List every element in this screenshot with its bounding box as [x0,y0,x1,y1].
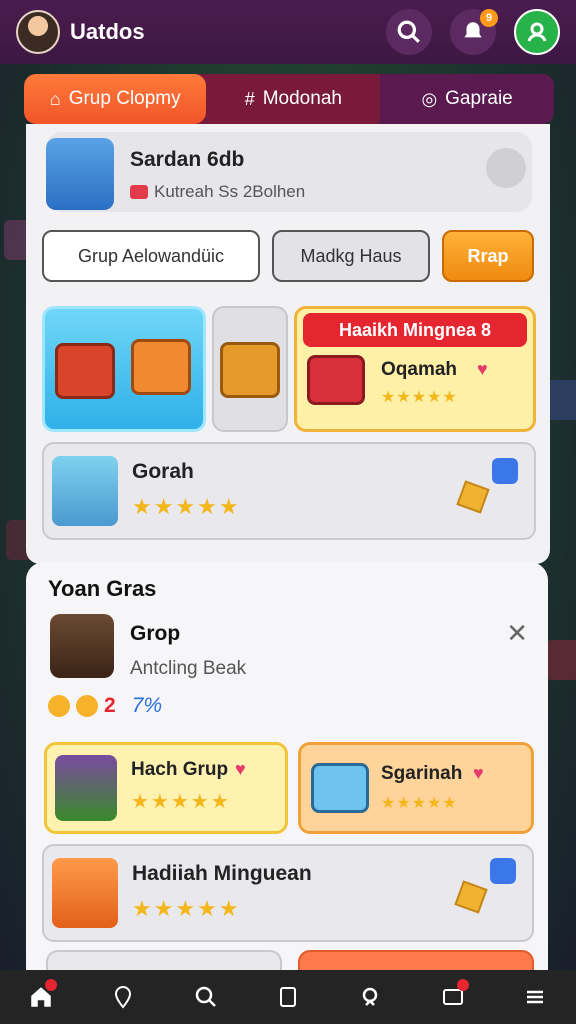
card-title: Gorah [132,460,194,483]
star-badge-icon [490,858,516,884]
nav-inbox[interactable] [431,977,475,1017]
emoji-icon [76,695,98,717]
notifications-button[interactable]: 9 [450,9,498,55]
rrap-button[interactable]: Rrap [442,230,534,282]
stat-percent: 7% [131,694,163,717]
main-panel: Sardan 6db Kutreah Ss 2Bolhen Grup Aelow… [26,124,550,564]
tab-label: Gapraie [445,88,513,109]
tab-bar: ⌂ Grup Clopmy # Modonah ◎ Gapraie [24,74,554,124]
group-announcement-button[interactable]: Grup Aelowandüic [42,230,260,282]
group-icon [363,987,378,1006]
nav-documents[interactable] [266,977,310,1017]
user-avatar[interactable] [16,10,60,54]
profile-picture [46,138,114,210]
document-icon [279,987,296,1007]
app-title: Uatdos [70,19,145,44]
bottom-nav [0,970,576,1024]
location-pin-icon [115,985,132,1009]
open-box-card[interactable] [212,306,288,432]
featured-row: Haaikh Mingnea 8 Oqamah ♥ ★★★★★ [42,306,536,432]
star-badge-icon [492,458,518,484]
bubble-icon: ◎ [421,88,438,109]
close-icon[interactable]: ✕ [506,618,528,649]
stats-row: 2 7% [48,694,162,718]
tab-gapraie[interactable]: ◎ Gapraie [380,74,554,124]
search-button[interactable] [386,9,432,55]
box-icon [311,763,369,813]
nav-badge [45,979,58,991]
profile-button[interactable] [514,9,560,55]
card-rating: ★★★★★ [131,791,231,813]
search-icon [397,20,420,43]
card-title: Sgarinah [381,763,463,784]
gorah-card[interactable]: Gorah ★★★★★ [42,442,536,540]
card-title: Hach Grup [131,759,229,780]
nav-menu[interactable] [513,977,557,1017]
gift-box-icon [55,343,115,399]
card-rating: ★★★★★ [132,494,241,519]
present-icon [307,355,365,405]
stat-count: 2 [104,694,116,717]
featured-banner: Haaikh Mingnea 8 [303,313,527,347]
menu-icon [526,990,543,1004]
heart-icon: ♥ [235,759,246,779]
sgarinah-card[interactable]: Sgarinah ♥ ★★★★★ [298,742,534,834]
profile-card[interactable]: Sardan 6db Kutreah Ss 2Bolhen [46,132,532,212]
profile-subtitle-text: Kutreah Ss 2Bolhen [154,182,306,201]
card-rating: ★★★★★ [381,795,458,812]
open-box-icon [220,342,280,398]
sheet-user-subtitle: Antcling Beak [130,658,247,679]
tab-modonah[interactable]: # Modonah [206,74,380,124]
location-pin-icon[interactable] [486,148,526,188]
action-row: Grup Aelowandüic Madkg Haus Rrap [42,230,536,282]
home-icon: ⌂ [49,88,61,109]
emoji-icon [48,695,70,717]
nav-groups[interactable] [348,977,392,1017]
heart-icon: ♥ [473,763,484,783]
background-tile [546,640,576,680]
top-bar: Uatdos 9 [0,0,576,64]
sheet-title: Yoan Gras [48,576,157,601]
tag-icon [130,185,148,199]
nav-badge [456,979,469,991]
person-icon [527,22,547,42]
tab-grup[interactable]: ⌂ Grup Clopmy [24,74,207,124]
sheet-user-name: Grop [130,622,181,645]
gold-cube-icon [456,480,490,514]
sheet-user-avatar [50,614,114,678]
nav-home[interactable] [19,977,63,1017]
nav-search[interactable] [184,977,228,1017]
featured-card[interactable]: Haaikh Mingnea 8 Oqamah ♥ ★★★★★ [294,306,536,432]
hach-grup-avatar [55,755,117,821]
hach-grup-card[interactable]: Hach Grup ♥ ★★★★★ [44,742,288,834]
gorah-avatar [52,456,118,526]
mystery-box-icon [52,858,118,928]
featured-title: Oqamah [381,359,458,380]
partial-card[interactable] [46,950,282,972]
tab-label: Modonah [262,88,342,109]
gift-boxes-card[interactable] [42,306,206,432]
bottom-sheet: Yoan Gras Grop Antcling Beak ✕ 2 7% Hach… [26,562,548,972]
search-icon [195,986,216,1007]
madkg-haus-button[interactable]: Madkg Haus [272,230,430,282]
profile-name: Sardan 6db [130,148,245,171]
gift-box-icon [131,339,191,395]
tab-label: Grup Clopmy [68,88,181,109]
top-actions: 9 [386,9,560,55]
hadiiah-card[interactable]: Hadiiah Minguean ★★★★★ [42,844,534,942]
gold-cube-icon [454,880,488,914]
partial-card[interactable] [298,950,534,972]
card-rating: ★★★★★ [132,896,241,921]
heart-icon: ♥ [477,359,488,379]
hash-icon: # [244,88,255,109]
featured-rating: ★★★★★ [381,389,458,406]
notification-badge: 9 [480,9,498,27]
nav-location[interactable] [101,977,145,1017]
card-title: Hadiiah Minguean [132,862,312,885]
profile-subtitle: Kutreah Ss 2Bolhen [130,182,305,202]
